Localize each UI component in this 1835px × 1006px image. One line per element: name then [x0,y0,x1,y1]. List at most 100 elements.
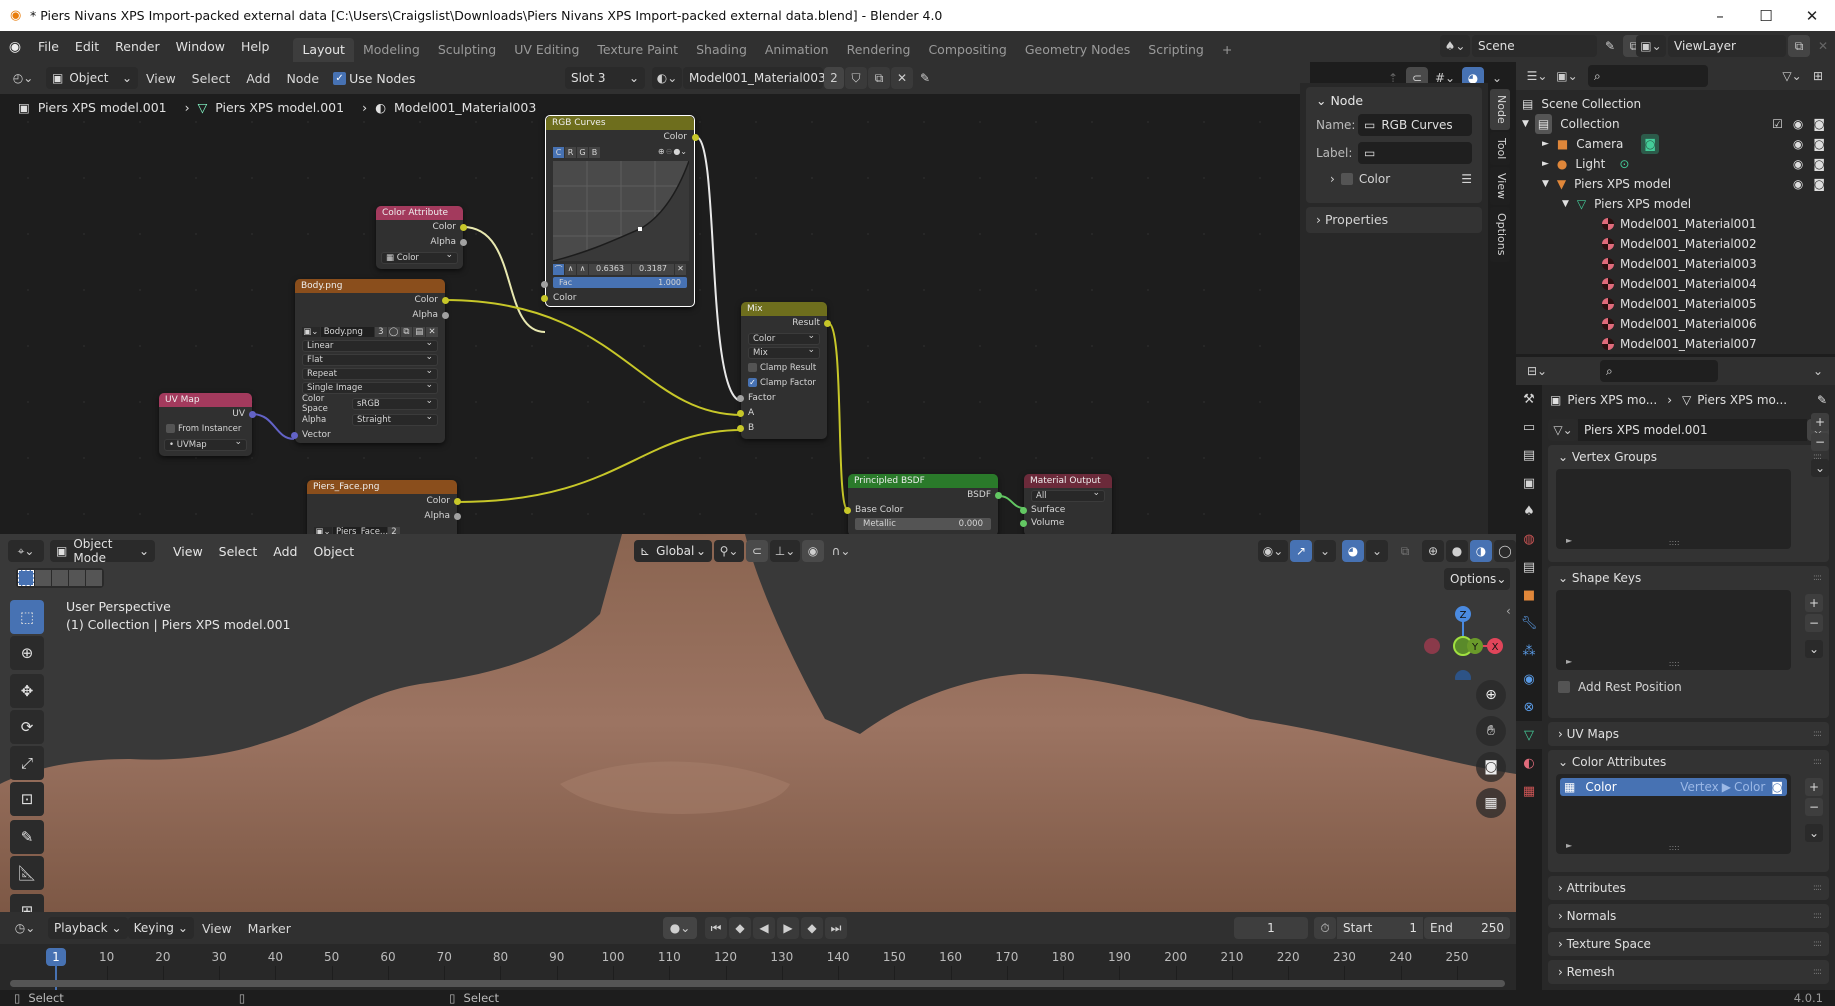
blend-mode-dropdown[interactable]: Mix [748,345,820,359]
channel-b-button[interactable]: B [589,147,600,158]
shape-key-specials-button[interactable]: ⌄ [1805,640,1823,658]
end-frame-field[interactable]: End 250 [1424,917,1510,939]
socket-result[interactable] [824,320,831,327]
xray-toggle-icon[interactable]: ⧉ [1394,540,1416,562]
view-layer-selector-icon[interactable]: ▣⌄ [1636,35,1666,57]
fake-user-shield-icon[interactable]: ⛉ [845,67,867,89]
playhead[interactable]: 1 [46,948,66,966]
outliner-material-item[interactable]: Model001_Material002 [1516,234,1835,254]
socket-bsdf[interactable] [995,492,1002,499]
shader-type-dropdown[interactable]: ▣ Object ⌄ [46,67,138,89]
resize-grip-icon[interactable]: :::: [1669,843,1680,852]
expand-icon[interactable]: ▼ [1522,114,1529,134]
socket-alpha[interactable] [460,239,467,246]
outliner-material-item[interactable]: Model001_Material001 [1516,214,1835,234]
menu-edit[interactable]: Edit [67,31,107,62]
physics-tab-icon[interactable]: ◉ [1516,665,1542,693]
solid-shading-icon[interactable]: ● [1446,540,1468,562]
tab-animation[interactable]: Animation [756,38,838,62]
add-rest-position-checkbox[interactable] [1558,681,1570,693]
socket-color[interactable] [454,498,461,505]
filter-icon[interactable]: ▽⌄ [1777,65,1807,87]
exclude-checkbox-icon[interactable]: ☑ [1772,114,1783,134]
select-box-tool-icon[interactable]: ⬚ [10,600,44,634]
pack-image-icon[interactable]: ▤ [413,326,426,337]
remesh-panel[interactable]: › Remesh:::: [1548,960,1829,984]
play-icon[interactable]: ▶ [777,917,799,939]
outliner-material-item[interactable]: Model001_Material005 [1516,294,1835,314]
vector-handle-icon[interactable]: ∧ [565,263,576,275]
image-browse-icon[interactable]: ▣⌄ [314,527,332,534]
minimize-button[interactable]: – [1697,0,1743,31]
tab-sculpting[interactable]: Sculpting [429,38,505,62]
duplicate-material-icon[interactable]: ⧉ [868,67,890,89]
tab-uv-editing[interactable]: UV Editing [505,38,588,62]
color-attributes-header[interactable]: ⌄ Color Attributes:::: [1548,750,1829,774]
start-frame-field[interactable]: Start 1 [1337,917,1423,939]
tab-options[interactable]: Options [1490,207,1510,262]
color-attribute-specials-button[interactable]: ⌄ [1805,824,1823,842]
editor-type-icon[interactable]: ◴⌄ [6,67,40,89]
uv-map-field[interactable]: • UVMap [164,437,247,451]
tools-dropdown-icon[interactable]: ●⌄ [673,147,687,159]
playback-menu[interactable]: Playback ⌄ [48,917,128,939]
navigation-gizmo[interactable]: Z Y X [1420,600,1510,680]
outliner-item-mesh-object[interactable]: ▼ ▼ Piers XPS model ◉ ◙ [1516,174,1835,194]
camera-view-icon[interactable]: ◙ [1476,752,1506,782]
material-tab-icon[interactable]: ◐ [1516,749,1542,777]
menu-view[interactable]: View [165,544,211,559]
zoom-in-icon[interactable]: ⊕ [658,147,665,159]
falloff-icon[interactable]: ∩⌄ [826,540,856,562]
rgb-curves-node[interactable]: RGB Curves Color C R G B ⊕ ⊖ ●⌄ ⌒ ∧ ∧ 0.… [541,115,699,307]
texture-tab-icon[interactable]: ▦ [1516,777,1542,805]
modifier-tab-icon[interactable]: 🔧︎ [1516,609,1542,637]
principled-bsdf-node[interactable]: Principled BSDF BSDF Base Color Metallic… [844,474,1002,534]
render-camera-icon[interactable]: ◙ [1813,154,1825,174]
menu-window[interactable]: Window [168,31,233,62]
from-instancer-checkbox[interactable] [166,424,175,433]
timeline-track[interactable]: 10 20 30 40 50 60 70 80 90 100 110 120 130 140 150 160 1… [0,944,1510,990]
extension-dropdown[interactable]: Repeat [302,366,438,380]
auto-handle-icon[interactable]: ⌒ [553,263,564,275]
socket-color-out[interactable] [692,134,699,141]
expand-filter-icon[interactable]: ► [1566,841,1572,850]
render-camera-icon[interactable]: ◙ [1813,174,1825,194]
material-preview-shading-icon[interactable]: ◑ [1470,540,1492,562]
face-image-texture-node[interactable]: Piers_Face.png Color Alpha ▣⌄ Piers_Face… [307,480,461,534]
jump-to-end-icon[interactable]: ⏭ [825,917,847,939]
socket-base-color[interactable] [844,507,851,514]
auto-keying-icon[interactable]: ●⌄ [663,917,697,939]
chevron-right-icon[interactable]: › [1330,172,1335,186]
alpha-mode-dropdown[interactable]: Straight [352,412,438,426]
maximize-button[interactable]: ☐ [1743,0,1789,31]
editor-type-icon[interactable]: ◷⌄ [8,917,42,939]
particles-tab-icon[interactable]: ⁂ [1516,637,1542,665]
tab-layout[interactable]: Layout [293,38,354,62]
outliner-material-item[interactable]: Model001_Material006 [1516,314,1835,334]
outliner-material-item[interactable]: Model001_Material003 [1516,254,1835,274]
jump-to-next-keyframe-icon[interactable]: ◆ [801,917,823,939]
editor-type-icon[interactable]: ⌖⌄ [8,540,44,562]
editor-type-icon[interactable]: ☰⌄ [1522,65,1552,87]
socket-volume[interactable] [1020,520,1027,527]
rendered-shading-icon[interactable]: ◯ [1494,540,1516,562]
move-tool-icon[interactable]: ✥ [10,674,44,708]
clamp-result-checkbox[interactable] [748,363,757,372]
menu-file[interactable]: File [30,31,67,62]
menu-object[interactable]: Object [305,544,362,559]
properties-panel-header[interactable]: › Properties [1306,207,1482,233]
add-cube-tool-icon[interactable]: ⊞ [10,894,44,912]
add-workspace-button[interactable]: + [1213,38,1241,62]
body-image-texture-node[interactable]: Body.png Color Alpha ▣⌄ Body.png 3 ◯ ⧉ ▤… [291,279,449,443]
preview-range-icon[interactable]: ⏱ [1314,917,1336,939]
tab-compositing[interactable]: Compositing [919,38,1015,62]
socket-factor[interactable] [737,395,744,402]
visibility-eye-icon[interactable]: ◉ [1793,134,1803,154]
metallic-slider[interactable]: Metallic 0.000 [855,518,991,530]
image-users-count[interactable]: 2 [388,527,400,534]
wireframe-shading-icon[interactable]: ⊕ [1422,540,1444,562]
scale-tool-icon[interactable]: ⤢ [10,746,44,780]
color-attribute-item[interactable]: ▦ Color Vertex ▶ Color ◙ [1560,778,1787,796]
pin-icon[interactable]: ✎ [914,67,936,89]
menu-select[interactable]: Select [211,544,266,559]
